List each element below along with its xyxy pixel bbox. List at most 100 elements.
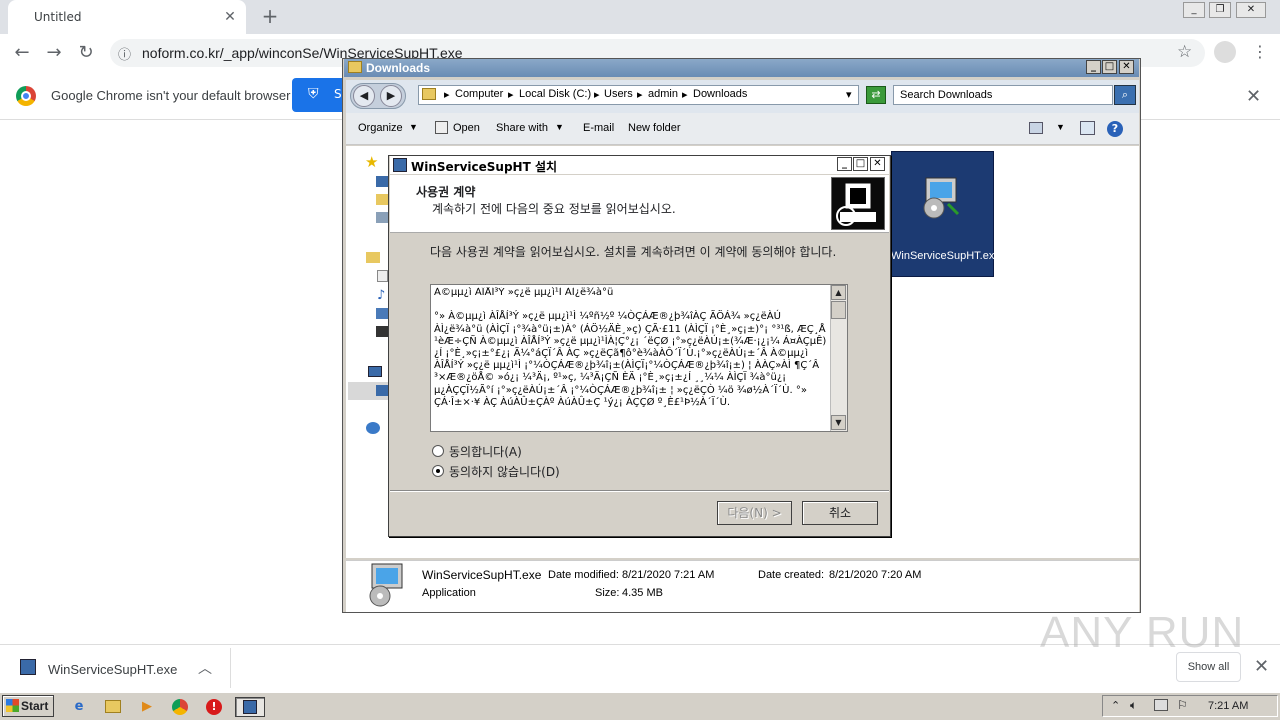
scroll-up-icon[interactable]: ▲ <box>831 285 846 300</box>
chrome-logo-icon <box>16 86 36 106</box>
tab-close-icon[interactable]: ✕ <box>220 7 240 27</box>
chevron-down-icon[interactable]: ▼ <box>409 122 418 132</box>
chevron-right-icon[interactable]: ▸ <box>637 88 643 101</box>
chevron-right-icon[interactable]: ▸ <box>444 88 450 101</box>
action-center-flag-icon[interactable]: ⚐ <box>1177 698 1188 712</box>
navigation-pane <box>346 146 390 558</box>
chevron-up-icon[interactable]: ︿ <box>198 658 212 678</box>
videos-icon[interactable] <box>376 326 388 337</box>
windows-logo-icon <box>6 699 19 712</box>
refresh-icon[interactable]: ⇄ <box>866 86 886 104</box>
shield-icon: ⛨ <box>308 86 319 102</box>
organize-button[interactable]: Organize <box>358 122 403 134</box>
pictures-icon[interactable] <box>376 308 388 319</box>
details-file-name: WinServiceSupHT.exe <box>422 568 542 582</box>
network-icon[interactable] <box>366 422 380 434</box>
chevron-down-icon[interactable]: ▼ <box>555 122 564 132</box>
download-shelf-close-icon[interactable]: ✕ <box>1254 656 1269 677</box>
bookmark-star-icon[interactable]: ☆ <box>1177 42 1192 62</box>
breadcrumb-admin[interactable]: admin <box>648 88 678 100</box>
search-icon[interactable]: ⌕ <box>1114 85 1136 105</box>
installer-close-button[interactable]: ✕ <box>870 157 885 171</box>
help-icon[interactable]: ? <box>1107 121 1123 137</box>
stop-app-icon[interactable]: ! <box>206 699 222 715</box>
open-button[interactable]: Open <box>453 122 480 134</box>
explorer-close-button[interactable]: ✕ <box>1119 60 1134 74</box>
license-scrollbar[interactable]: ▲ ▼ <box>830 285 847 431</box>
local-disk-icon[interactable] <box>376 385 388 396</box>
scroll-down-icon[interactable]: ▼ <box>831 415 846 430</box>
details-modified-value: 8/21/2020 7:21 AM <box>622 569 715 581</box>
view-options-icon[interactable] <box>1029 122 1043 134</box>
installer-maximize-button[interactable]: □ <box>853 157 868 171</box>
new-folder-button[interactable]: New folder <box>628 122 681 134</box>
installer-app-icon <box>918 174 964 220</box>
breadcrumb-local-disk[interactable]: Local Disk (C:) <box>519 88 591 100</box>
open-icon <box>435 121 448 134</box>
installer-titlebar: WinServiceSupHT 설치 <box>390 156 889 174</box>
back-forward-buttons[interactable]: ◀ ▶ <box>350 83 406 109</box>
libraries-icon[interactable] <box>366 252 380 263</box>
next-button[interactable]: 다음(N) > <box>717 501 792 525</box>
computer-icon[interactable] <box>368 366 382 377</box>
share-with-button[interactable]: Share with <box>496 122 548 134</box>
explorer-forward-icon[interactable]: ▶ <box>380 85 402 107</box>
decline-radio[interactable] <box>432 465 444 477</box>
accept-radio[interactable] <box>432 445 444 457</box>
decline-radio-label[interactable]: 동의하지 않습니다(D) <box>449 463 560 480</box>
explorer-titlebar: Downloads <box>344 59 1139 77</box>
breadcrumb-downloads[interactable]: Downloads <box>693 88 747 100</box>
network-tray-icon[interactable] <box>1154 699 1168 711</box>
chevron-down-icon[interactable]: ▼ <box>1056 122 1065 132</box>
new-tab-button[interactable]: + <box>258 6 282 28</box>
explorer-maximize-button[interactable]: □ <box>1102 60 1117 74</box>
forward-icon[interactable]: → <box>42 41 66 65</box>
scroll-thumb[interactable] <box>831 301 846 319</box>
infobar-close-icon[interactable]: ✕ <box>1246 86 1261 107</box>
breadcrumb-computer[interactable]: Computer <box>455 88 503 100</box>
ie-icon[interactable]: e <box>68 697 90 717</box>
back-icon[interactable]: ← <box>10 41 34 65</box>
menu-kebab-icon[interactable]: ⋮ <box>1252 42 1268 61</box>
downloads-folder-icon[interactable] <box>376 194 388 205</box>
taskbar-clock[interactable]: 7:21 AM <box>1208 700 1248 712</box>
infobar-message: Google Chrome isn't your default browser <box>51 88 291 103</box>
installer-minimize-button[interactable]: _ <box>837 157 852 171</box>
explorer-minimize-button[interactable]: _ <box>1086 60 1101 74</box>
close-window-button[interactable]: ✕ <box>1236 2 1266 18</box>
reload-icon[interactable]: ↻ <box>74 41 98 65</box>
chevron-right-icon[interactable]: ▸ <box>682 88 688 101</box>
email-button[interactable]: E-mail <box>583 122 614 134</box>
installer-subheading: 계속하기 전에 다음의 중요 정보를 읽어보십시오. <box>432 202 676 216</box>
accept-radio-label[interactable]: 동의합니다(A) <box>449 443 522 460</box>
tray-expand-icon[interactable]: ⌃ <box>1111 699 1120 712</box>
profile-avatar-icon[interactable] <box>1214 41 1236 63</box>
volume-icon[interactable]: 🔈︎ <box>1130 698 1137 713</box>
file-item-label: WinServiceSupHT.exe <box>891 250 1001 262</box>
explorer-back-icon[interactable]: ◀ <box>353 85 375 107</box>
info-icon[interactable]: ⓘ <box>118 44 131 63</box>
address-dropdown-icon[interactable]: ▾ <box>846 88 852 101</box>
minimize-window-button[interactable]: _ <box>1183 2 1205 18</box>
desktop-icon[interactable] <box>376 176 388 187</box>
chevron-right-icon[interactable]: ▸ <box>594 88 600 101</box>
installer-taskbar-icon[interactable] <box>243 700 257 714</box>
preview-pane-icon[interactable] <box>1080 121 1095 135</box>
details-size-label: Size: <box>595 587 620 599</box>
documents-icon[interactable] <box>377 270 388 282</box>
breadcrumb-users[interactable]: Users <box>604 88 633 100</box>
restore-window-button[interactable]: ❐ <box>1209 2 1231 18</box>
chevron-right-icon[interactable]: ▸ <box>508 88 514 101</box>
chrome-taskbar-icon[interactable] <box>172 699 188 715</box>
download-item-name[interactable]: WinServiceSupHT.exe <box>48 662 177 677</box>
recent-places-icon[interactable] <box>376 212 388 223</box>
explorer-title: Downloads <box>366 61 431 75</box>
start-button[interactable]: Start <box>2 695 54 717</box>
explorer-search-input[interactable]: Search Downloads <box>893 85 1113 105</box>
cancel-button[interactable]: 취소 <box>802 501 878 525</box>
favorites-star-icon[interactable]: ★ <box>365 153 378 171</box>
explorer-taskbar-icon[interactable] <box>105 700 121 713</box>
media-player-icon[interactable]: ▶ <box>136 697 158 717</box>
details-size-value: 4.35 MB <box>622 587 663 599</box>
music-icon[interactable]: ♪ <box>377 288 385 303</box>
